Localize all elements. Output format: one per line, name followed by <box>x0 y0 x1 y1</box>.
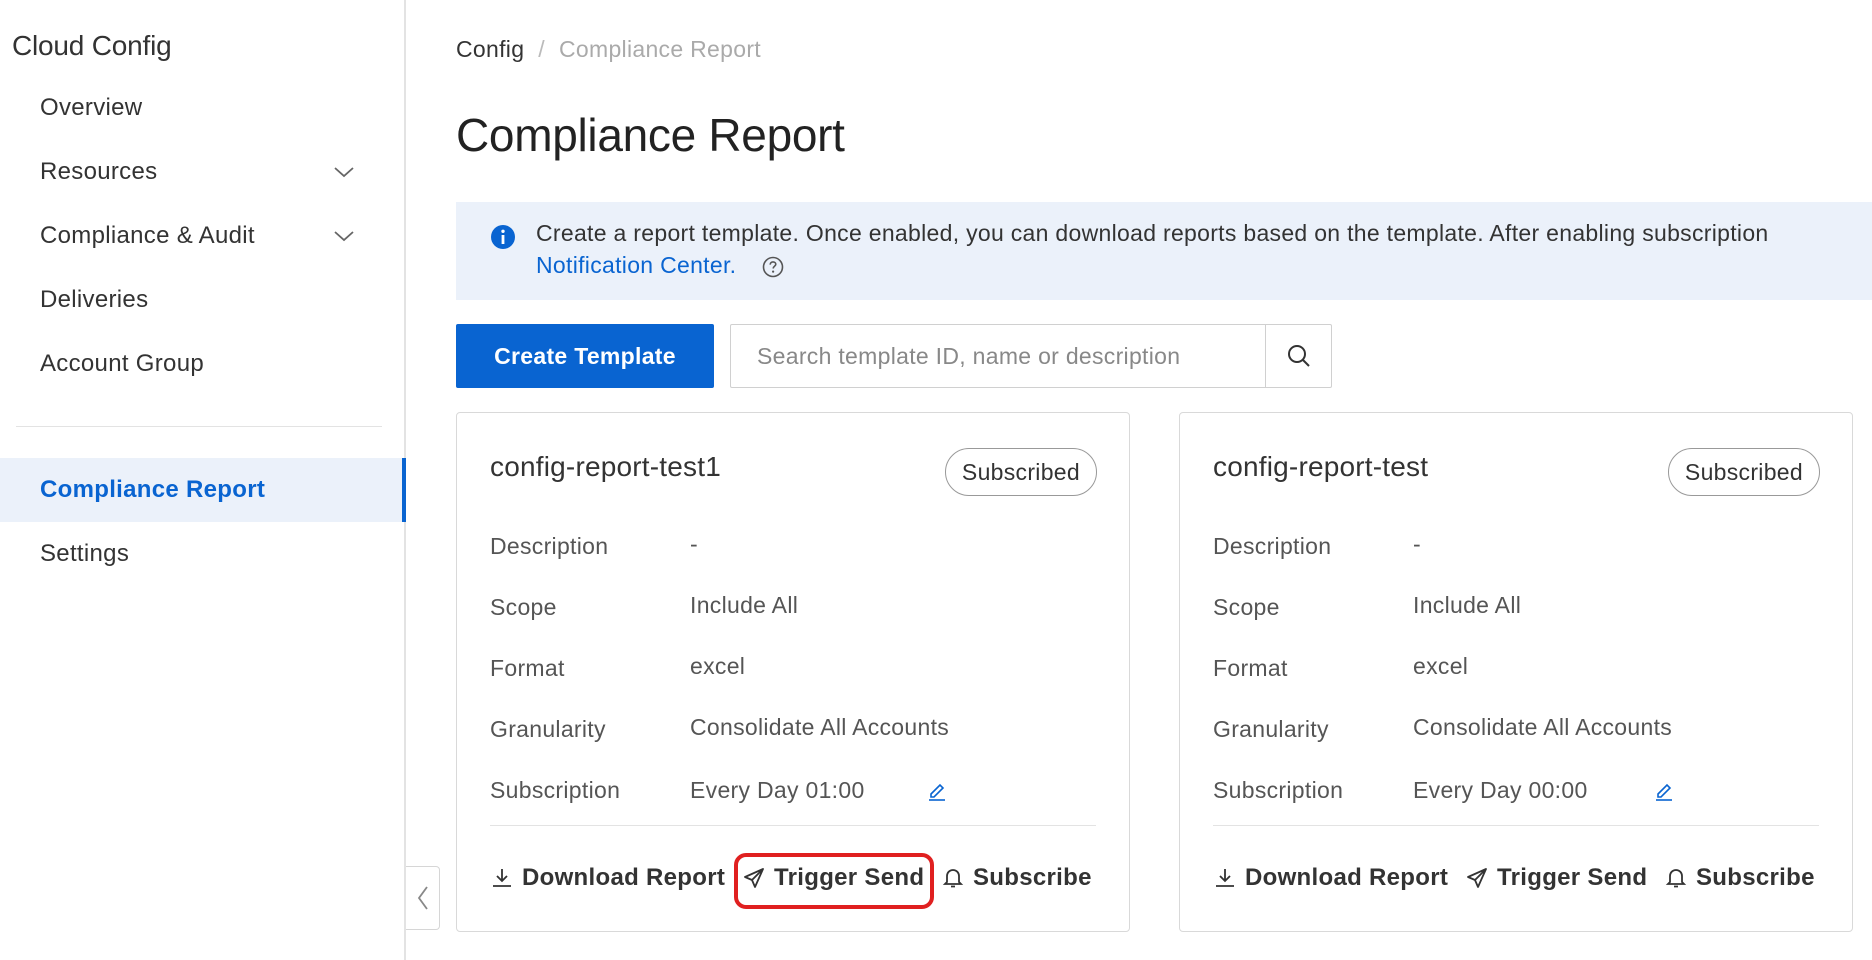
sidebar-item-settings[interactable]: Settings <box>0 522 404 586</box>
report-card: config-report-test Subscribed Descriptio… <box>1179 412 1853 932</box>
granularity-label: Granularity <box>1213 716 1329 742</box>
subscription-label: Subscription <box>1213 777 1344 803</box>
subscription-label: Subscription <box>490 777 621 803</box>
scope-label: Scope <box>1213 594 1280 620</box>
download-icon <box>493 869 511 887</box>
sidebar-item-label: Compliance Report <box>40 476 266 503</box>
subscribe-label: Subscribe <box>1696 864 1815 891</box>
sidebar-item-label: Resources <box>40 158 158 185</box>
sidebar-item-compliance-audit[interactable]: Compliance & Audit <box>0 204 404 268</box>
card-divider <box>490 825 1096 826</box>
breadcrumb-separator: / <box>538 36 545 62</box>
subscribe-label: Subscribe <box>973 864 1092 891</box>
status-badge: Subscribed <box>1667 448 1820 496</box>
breadcrumb: Config / Compliance Report <box>456 36 761 63</box>
sidebar-divider <box>16 426 382 427</box>
download-icon <box>1216 869 1234 887</box>
sidebar-item-label: Compliance & Audit <box>40 222 255 249</box>
breadcrumb-current: Compliance Report <box>559 36 761 62</box>
info-banner: Create a report template. Once enabled, … <box>456 202 1872 300</box>
format-value: excel <box>690 653 746 679</box>
subscribe-button[interactable]: Subscribe <box>941 864 1092 892</box>
scope-value: Include All <box>690 592 799 618</box>
format-value: excel <box>1413 653 1469 679</box>
granularity-label: Granularity <box>490 716 606 742</box>
search-icon <box>1287 345 1310 367</box>
highlight-annotation <box>734 853 934 909</box>
search-box <box>730 324 1332 388</box>
download-report-button[interactable]: Download Report <box>1213 864 1448 892</box>
bell-icon <box>942 869 964 888</box>
edit-icon[interactable] <box>1654 781 1674 801</box>
search-button[interactable] <box>1265 325 1331 387</box>
app-title: Cloud Config <box>12 30 172 61</box>
chevron-down-icon <box>334 231 354 242</box>
sidebar-item-label: Overview <box>40 94 143 121</box>
subscribe-button[interactable]: Subscribe <box>1664 864 1815 892</box>
description-label: Description <box>1213 533 1332 559</box>
trigger-send-button[interactable]: Trigger Send <box>1465 864 1647 892</box>
granularity-value: Consolidate All Accounts <box>690 714 950 740</box>
sidebar-item-label: Account Group <box>40 350 204 377</box>
edit-icon[interactable] <box>927 781 947 801</box>
scope-label: Scope <box>490 594 557 620</box>
format-label: Format <box>490 655 565 681</box>
create-template-button[interactable]: Create Template <box>456 324 714 388</box>
card-title: config-report-test1 <box>490 451 722 482</box>
subscription-value: Every Day 01:00 <box>690 777 865 803</box>
chevron-left-icon <box>417 886 428 910</box>
search-input[interactable] <box>731 325 1265 387</box>
scope-value: Include All <box>1413 592 1522 618</box>
card-title: config-report-test <box>1213 451 1429 482</box>
download-report-button[interactable]: Download Report <box>490 864 725 892</box>
sidebar-item-label: Settings <box>40 540 130 567</box>
granularity-value: Consolidate All Accounts <box>1413 714 1673 740</box>
sidebar-item-compliance-report[interactable]: Compliance Report <box>0 458 406 522</box>
description-label: Description <box>490 533 609 559</box>
sidebar-collapse-button[interactable] <box>406 866 440 930</box>
sidebar-item-label: Deliveries <box>40 286 149 313</box>
sidebar: Cloud Config Overview Resources Complian… <box>0 0 406 960</box>
description-value: - <box>690 531 698 557</box>
info-icon <box>491 225 515 249</box>
format-label: Format <box>1213 655 1288 681</box>
help-icon[interactable] <box>762 256 784 278</box>
sidebar-item-overview[interactable]: Overview <box>0 76 404 140</box>
sidebar-item-resources[interactable]: Resources <box>0 140 404 204</box>
info-text: Create a report template. Once enabled, … <box>536 220 1769 246</box>
bell-icon <box>1665 869 1687 888</box>
send-icon <box>1467 868 1487 888</box>
trigger-send-label: Trigger Send <box>1497 864 1648 891</box>
sidebar-item-deliveries[interactable]: Deliveries <box>0 268 404 332</box>
description-value: - <box>1413 531 1421 557</box>
status-badge: Subscribed <box>944 448 1097 496</box>
card-divider <box>1213 825 1819 826</box>
sidebar-item-account-group[interactable]: Account Group <box>0 332 404 396</box>
download-report-label: Download Report <box>522 864 726 891</box>
subscription-value: Every Day 00:00 <box>1413 777 1588 803</box>
download-report-label: Download Report <box>1245 864 1449 891</box>
page-title: Compliance Report <box>456 109 845 161</box>
notification-center-link[interactable]: Notification Center. <box>536 252 736 279</box>
breadcrumb-root-link[interactable]: Config <box>456 36 524 63</box>
chevron-down-icon <box>334 167 354 178</box>
